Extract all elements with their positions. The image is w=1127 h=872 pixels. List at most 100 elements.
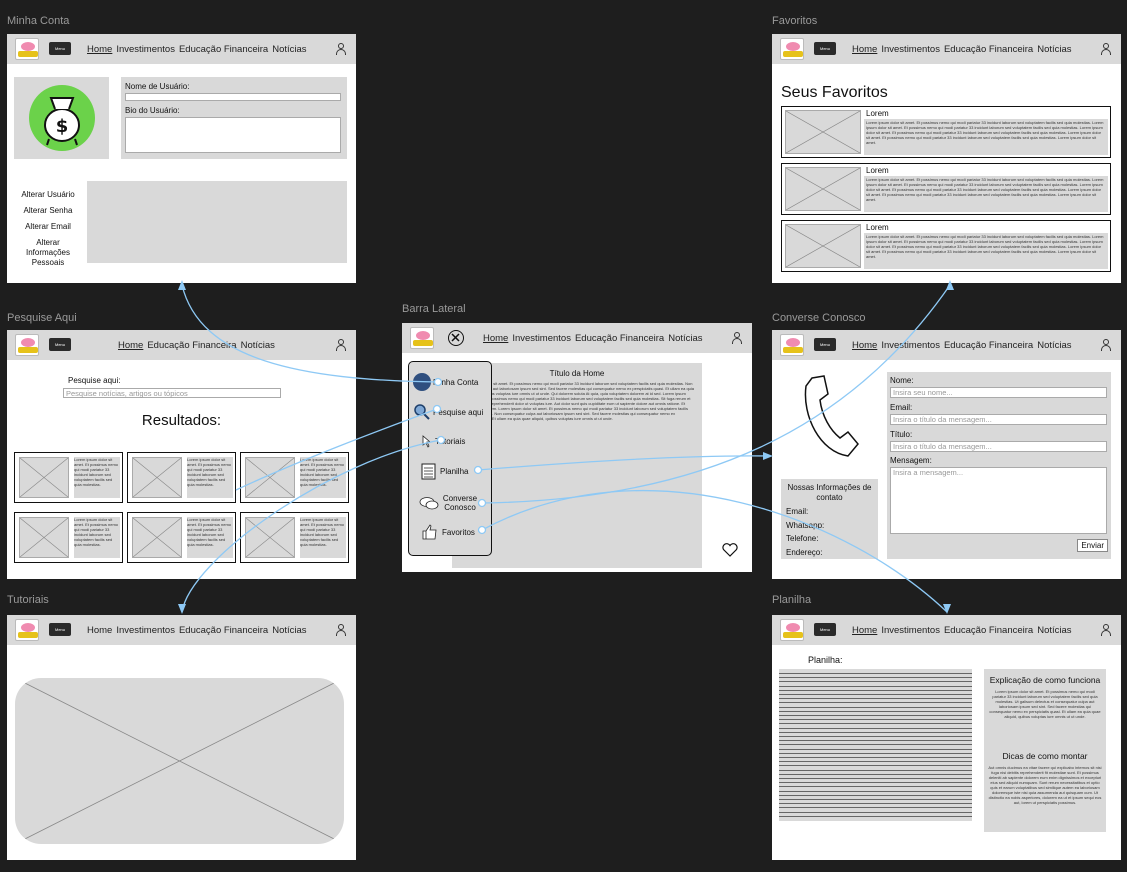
- frame-label-favoritos: Favoritos: [772, 15, 818, 27]
- nav-investimentos[interactable]: Investimentos: [881, 625, 940, 636]
- nav-noticias[interactable]: Notícias: [1037, 625, 1071, 636]
- navbar: Menu Home Investimentos Educação Finance…: [772, 615, 1121, 645]
- nav-home[interactable]: Home: [87, 44, 112, 55]
- logo[interactable]: [15, 38, 39, 60]
- nav-home[interactable]: Home: [87, 625, 112, 636]
- menu-button[interactable]: Menu: [814, 338, 836, 351]
- user-icon[interactable]: [1101, 624, 1111, 636]
- nav-investimentos[interactable]: Investimentos: [512, 333, 571, 344]
- search-result-card[interactable]: Lorem ipsum dolor sit amet. Et possimus …: [14, 452, 123, 503]
- menu-button[interactable]: Menu: [49, 338, 71, 351]
- sidebar-item-converse[interactable]: Converse Conosco: [419, 494, 493, 512]
- logo[interactable]: [15, 334, 39, 356]
- nav-educacao[interactable]: Educação Financeira: [179, 44, 268, 55]
- search-result-card[interactable]: Lorem ipsum dolor sit amet. Et possimus …: [240, 512, 349, 563]
- email-field[interactable]: Insira o título da mensagem...: [890, 414, 1107, 425]
- navbar: Home Investimentos Educação Financeira N…: [402, 323, 752, 353]
- search-result-card[interactable]: Lorem ipsum dolor sit amet. Et possimus …: [14, 512, 123, 563]
- favorite-item[interactable]: Lorem Lorem ipsum dolor sit amet. Et poss…: [781, 106, 1111, 158]
- sidebar-item-minha-conta[interactable]: Minha Conta: [413, 373, 493, 391]
- favorite-item[interactable]: Lorem Lorem ipsum dolor sit amet. Et poss…: [781, 163, 1111, 215]
- sheet-row: [779, 694, 972, 695]
- nav-educacao[interactable]: Educação Financeira: [575, 333, 664, 344]
- nav-noticias[interactable]: Notícias: [1037, 340, 1071, 351]
- menu-button[interactable]: Menu: [49, 623, 71, 636]
- sheet-row: [779, 723, 972, 725]
- nav-noticias[interactable]: Notícias: [272, 44, 306, 55]
- alterar-email-link[interactable]: Alterar Email: [15, 222, 81, 232]
- sheet-row: [779, 736, 972, 737]
- nav-noticias[interactable]: Notícias: [241, 340, 275, 351]
- account-options: Alterar Usuário Alterar Senha Alterar Em…: [15, 190, 81, 268]
- logo[interactable]: [780, 334, 804, 356]
- thumbnail-placeholder: [785, 110, 861, 154]
- user-icon[interactable]: [336, 43, 346, 55]
- sidebar-item-label: Converse Conosco: [442, 494, 478, 512]
- logo[interactable]: [15, 619, 39, 641]
- sidebar-item-favoritos[interactable]: Favoritos: [421, 523, 493, 541]
- bio-input[interactable]: [125, 117, 341, 153]
- nav-noticias[interactable]: Notícias: [272, 625, 306, 636]
- nav-home[interactable]: Home: [483, 333, 508, 344]
- spreadsheet[interactable]: [779, 669, 972, 821]
- enviar-button[interactable]: Enviar: [1077, 539, 1108, 552]
- video-placeholder[interactable]: [15, 678, 344, 844]
- logo[interactable]: [780, 619, 804, 641]
- user-icon[interactable]: [336, 624, 346, 636]
- svg-text:$: $: [56, 116, 69, 137]
- close-icon[interactable]: [448, 330, 464, 346]
- resultados-title: Resultados:: [141, 412, 222, 429]
- nav-home[interactable]: Home: [852, 625, 877, 636]
- nav-educacao[interactable]: Educação Financeira: [944, 44, 1033, 55]
- nav-home[interactable]: Home: [852, 340, 877, 351]
- search-result-card[interactable]: Lorem ipsum dolor sit amet. Et possimus …: [127, 512, 236, 563]
- user-icon[interactable]: [1101, 339, 1111, 351]
- nav-investimentos[interactable]: Investimentos: [881, 340, 940, 351]
- thumbnail-placeholder: [19, 457, 69, 498]
- heart-icon[interactable]: [722, 543, 738, 557]
- user-icon[interactable]: [1101, 43, 1111, 55]
- sheet-row: [779, 719, 972, 721]
- favorite-item[interactable]: Lorem Lorem ipsum dolor sit amet. Et poss…: [781, 220, 1111, 272]
- avatar[interactable]: $: [29, 85, 95, 151]
- sheet-row: [779, 782, 972, 784]
- user-icon[interactable]: [732, 332, 742, 344]
- menu-button[interactable]: Menu: [814, 623, 836, 636]
- alterar-info-link[interactable]: Alterar Informações Pessoais: [15, 238, 81, 268]
- menu-button[interactable]: Menu: [49, 42, 71, 55]
- nav-noticias[interactable]: Notícias: [1037, 44, 1071, 55]
- alterar-usuario-link[interactable]: Alterar Usuário: [15, 190, 81, 200]
- nome-field[interactable]: Insira seu nome...: [890, 387, 1107, 398]
- home-text: Lorem ipsum dolor sit amet. Et possimus …: [459, 381, 695, 421]
- nav-educacao[interactable]: Educação Financeira: [147, 340, 236, 351]
- user-icon[interactable]: [336, 339, 346, 351]
- nav-investimentos[interactable]: Investimentos: [116, 625, 175, 636]
- nav-educacao[interactable]: Educação Financeira: [179, 625, 268, 636]
- nav-links: Home Investimentos Educação Financeira N…: [87, 34, 307, 64]
- sidebar-item-label: Planilha: [440, 467, 469, 476]
- nav-home[interactable]: Home: [852, 44, 877, 55]
- logo[interactable]: [780, 38, 804, 60]
- sidebar-item-pesquise[interactable]: Pesquise aqui: [413, 403, 493, 421]
- thumbnail-placeholder: [132, 457, 182, 498]
- nav-educacao[interactable]: Educação Financeira: [944, 625, 1033, 636]
- user-circle-icon: [413, 373, 431, 391]
- menu-button[interactable]: Menu: [814, 42, 836, 55]
- nav-investimentos[interactable]: Investimentos: [881, 44, 940, 55]
- nome-input[interactable]: [125, 93, 341, 101]
- nav-home[interactable]: Home: [118, 340, 143, 351]
- nav-investimentos[interactable]: Investimentos: [116, 44, 175, 55]
- sidebar-item-tutoriais[interactable]: Tutoriais: [417, 433, 493, 449]
- alterar-senha-link[interactable]: Alterar Senha: [15, 206, 81, 216]
- navbar: Menu Home Educação Financeira Notícias: [7, 330, 356, 360]
- nav-noticias[interactable]: Notícias: [668, 333, 702, 344]
- titulo-field[interactable]: Insira o título da mensagem...: [890, 441, 1107, 452]
- search-result-card[interactable]: Lorem ipsum dolor sit amet. Et possimus …: [127, 452, 236, 503]
- search-result-card[interactable]: Lorem ipsum dolor sit amet. Et possimus …: [240, 452, 349, 503]
- logo[interactable]: [410, 327, 434, 349]
- sheet-row: [779, 807, 972, 809]
- sidebar-item-planilha[interactable]: Planilha: [421, 463, 493, 480]
- mensagem-field[interactable]: Insira a mensagem...: [890, 467, 1107, 534]
- search-input[interactable]: Pesquise notícias, artigos ou tópicos: [63, 388, 281, 398]
- nav-educacao[interactable]: Educação Financeira: [944, 340, 1033, 351]
